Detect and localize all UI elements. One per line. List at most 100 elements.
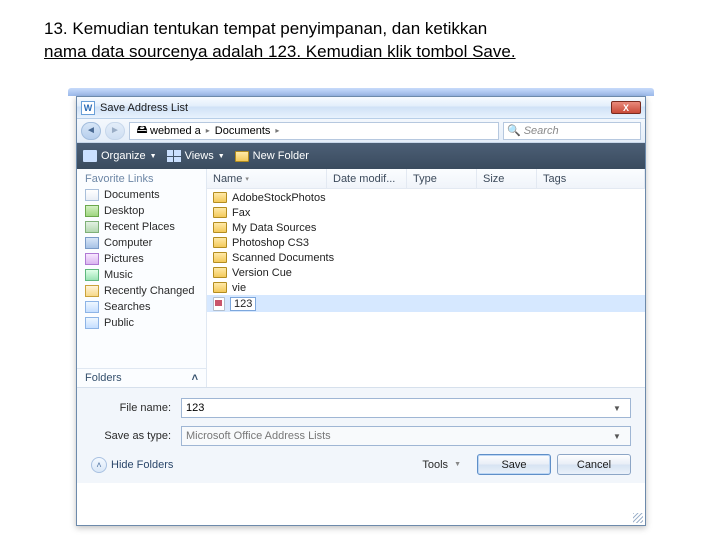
column-headers[interactable]: Name▾ Date modif... Type Size Tags: [207, 169, 645, 189]
dialog-title: Save Address List: [100, 102, 611, 114]
row-name: Version Cue: [232, 267, 292, 279]
column-tags: Tags: [537, 169, 645, 188]
tools-button[interactable]: Tools ▼: [408, 456, 471, 474]
column-size: Size: [477, 169, 537, 188]
savetype-label: Save as type:: [91, 430, 181, 442]
new-folder-button[interactable]: New Folder: [235, 150, 309, 162]
file-row[interactable]: 123: [207, 295, 645, 312]
row-name: vie: [232, 282, 246, 294]
sidebar-item-icon: [85, 301, 99, 313]
filename-input[interactable]: 123 ▼: [181, 398, 631, 418]
folder-icon: [213, 192, 227, 203]
resize-grip[interactable]: [633, 513, 643, 523]
folder-icon: [213, 207, 227, 218]
instruction-text: 13. Kemudian tentukan tempat penyimpanan…: [0, 0, 720, 70]
bottom-panel: File name: 123 ▼ Save as type: Microsoft…: [77, 387, 645, 483]
word-icon: W: [81, 101, 95, 115]
sidebar-item-icon: [85, 237, 99, 249]
sidebar-item-icon: [85, 285, 99, 297]
sidebar-item-label: Documents: [104, 189, 160, 201]
sidebar-item-label: Recent Places: [104, 221, 175, 233]
row-name: Scanned Documents: [232, 252, 334, 264]
folder-row[interactable]: My Data Sources: [207, 220, 645, 235]
close-button[interactable]: X: [611, 101, 641, 114]
organize-button[interactable]: Organize ▼: [83, 150, 157, 162]
main-pane: Favorite Links Documents Desktop Recent Pl…: [77, 169, 645, 387]
chevron-right-icon: ▸: [275, 126, 279, 135]
chevron-right-icon: ▸: [206, 126, 210, 135]
folder-icon: [213, 222, 227, 233]
search-input[interactable]: 🔍 Search: [503, 122, 641, 140]
chevron-down-icon: ▼: [218, 153, 225, 160]
folders-toggle[interactable]: Folders ˄: [77, 368, 206, 387]
column-type: Type: [407, 169, 477, 188]
folder-row[interactable]: vie: [207, 280, 645, 295]
dialog-toolbar: Organize ▼ Views ▼ New Folder: [77, 143, 645, 169]
sidebar-item-label: Computer: [104, 237, 152, 249]
sidebar-item-label: Recently Changed: [104, 285, 195, 297]
sidebar-item-searches[interactable]: Searches: [77, 299, 206, 315]
chevron-down-icon[interactable]: ▼: [608, 404, 626, 413]
favorite-links-list: Documents Desktop Recent Places Computer Pic…: [77, 187, 206, 368]
chevron-down-icon[interactable]: ▼: [608, 432, 626, 441]
save-dialog: W Save Address List X ◄ ► 🖴webmed a ▸ Do…: [76, 96, 646, 526]
sidebar-item-recently-changed[interactable]: Recently Changed: [77, 283, 206, 299]
column-name: Name▾: [207, 169, 327, 188]
folder-icon: [235, 151, 249, 162]
titlebar[interactable]: W Save Address List X: [77, 97, 645, 119]
folder-row[interactable]: Scanned Documents: [207, 250, 645, 265]
file-icon: [213, 297, 225, 311]
instruction-number: 13.: [44, 19, 68, 38]
nav-back-button[interactable]: ◄: [81, 122, 101, 140]
folder-row[interactable]: Version Cue: [207, 265, 645, 280]
sidebar-item-recent-places[interactable]: Recent Places: [77, 219, 206, 235]
sidebar-item-pictures[interactable]: Pictures: [77, 251, 206, 267]
favorite-links-header: Favorite Links: [77, 169, 206, 187]
column-date: Date modif...: [327, 169, 407, 188]
breadcrumb[interactable]: 🖴webmed a ▸ Documents ▸: [129, 122, 499, 140]
sidebar-item-icon: [85, 189, 99, 201]
nav-forward-button[interactable]: ►: [105, 122, 125, 140]
folder-icon: [213, 252, 227, 263]
sidebar-item-computer[interactable]: Computer: [77, 235, 206, 251]
address-bar: ◄ ► 🖴webmed a ▸ Documents ▸ 🔍 Search: [77, 119, 645, 143]
row-name: Photoshop CS3: [232, 237, 309, 249]
folder-icon: [213, 267, 227, 278]
folder-row[interactable]: AdobeStockPhotos: [207, 190, 645, 205]
chevron-up-icon: ˄: [91, 457, 107, 473]
sidebar-item-icon: [85, 317, 99, 329]
chevron-up-icon: ˄: [192, 372, 198, 384]
row-name: AdobeStockPhotos: [232, 192, 326, 204]
organize-icon: [83, 150, 97, 162]
folder-icon: [213, 237, 227, 248]
sidebar-item-public[interactable]: Public: [77, 315, 206, 331]
chevron-down-icon: ▼: [454, 461, 461, 468]
word-ribbon-sliver: [68, 88, 654, 96]
hide-folders-button[interactable]: ˄ Hide Folders: [91, 457, 173, 473]
sidebar-item-desktop[interactable]: Desktop: [77, 203, 206, 219]
sidebar: Favorite Links Documents Desktop Recent Pl…: [77, 169, 207, 387]
sidebar-item-icon: [85, 269, 99, 281]
file-name-editing[interactable]: 123: [230, 297, 256, 311]
folder-row[interactable]: Fax: [207, 205, 645, 220]
search-icon: 🔍: [507, 124, 521, 137]
sidebar-item-label: Searches: [104, 301, 150, 313]
folder-row[interactable]: Photoshop CS3: [207, 235, 645, 250]
sidebar-item-label: Public: [104, 317, 134, 329]
file-rows[interactable]: AdobeStockPhotos FaxMy Data Sources Photos…: [207, 189, 645, 387]
folder-icon: [213, 282, 227, 293]
sidebar-item-label: Music: [104, 269, 133, 281]
row-name: Fax: [232, 207, 250, 219]
views-button[interactable]: Views ▼: [167, 150, 225, 162]
sidebar-item-icon: [85, 221, 99, 233]
views-icon: [167, 150, 181, 162]
sidebar-item-icon: [85, 205, 99, 217]
sidebar-item-music[interactable]: Music: [77, 267, 206, 283]
sidebar-item-documents[interactable]: Documents: [77, 187, 206, 203]
drive-icon: 🖴: [136, 125, 148, 137]
cancel-button[interactable]: Cancel: [557, 454, 631, 475]
savetype-select[interactable]: Microsoft Office Address Lists ▼: [181, 426, 631, 446]
save-button[interactable]: Save: [477, 454, 551, 475]
sidebar-item-icon: [85, 253, 99, 265]
filename-label: File name:: [91, 402, 181, 414]
